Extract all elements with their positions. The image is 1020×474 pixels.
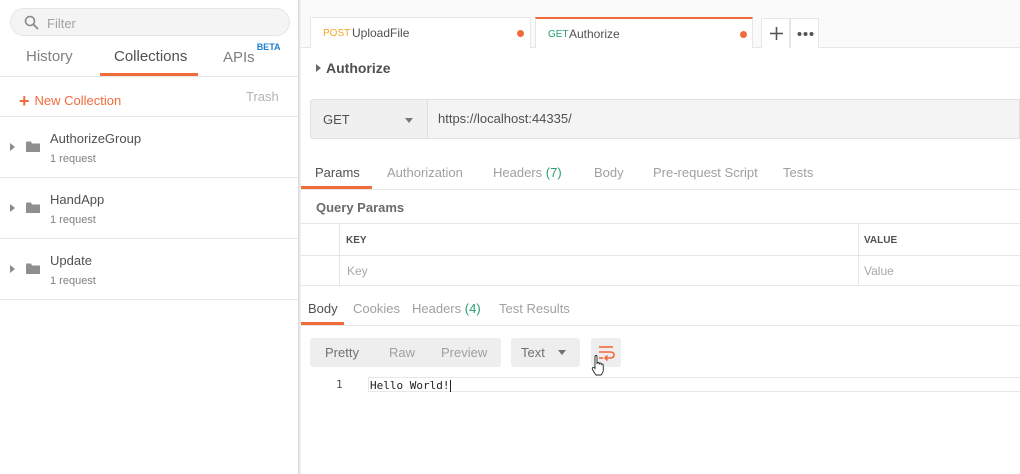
tab-headers[interactable]: Headers (7) <box>493 165 562 180</box>
preview-button[interactable]: Preview <box>441 345 487 360</box>
value-input[interactable]: Value <box>864 264 894 278</box>
collection-item[interactable]: Update 1 request <box>0 239 298 300</box>
method-value: GET <box>323 112 350 127</box>
filter-box[interactable] <box>10 8 290 36</box>
url-input[interactable] <box>438 111 998 126</box>
more-icon <box>797 32 814 36</box>
divider <box>0 76 298 77</box>
divider <box>339 224 340 286</box>
main-panel: POST UploadFile GET Authorize Authorize … <box>301 0 1020 474</box>
headers-count: (7) <box>545 165 562 180</box>
raw-button[interactable]: Raw <box>389 345 415 360</box>
tab-cookies[interactable]: Cookies <box>353 301 400 316</box>
tab-tests[interactable]: Tests <box>783 165 813 180</box>
tab-authorization[interactable]: Authorization <box>387 165 463 180</box>
divider <box>858 224 859 286</box>
url-bar[interactable] <box>427 99 1020 139</box>
caret-right-icon[interactable] <box>10 143 15 151</box>
response-section-tabs: Body Cookies Headers (4) Test Results <box>301 296 1020 326</box>
tab-response-headers-label: Headers <box>412 301 462 316</box>
value-column-header: VALUE <box>864 235 898 246</box>
sidebar-tabs: History Collections APIsBETA <box>0 42 298 77</box>
app-window: History Collections APIsBETA + New Collec… <box>0 0 1020 474</box>
text-caret <box>450 380 452 392</box>
unsaved-dot-icon <box>740 31 747 38</box>
tab-headers-label: Headers <box>493 165 543 180</box>
request-tab-name: Authorize <box>569 27 620 41</box>
collection-count: 1 request <box>50 275 96 287</box>
collection-item[interactable]: AuthorizeGroup 1 request <box>0 117 298 178</box>
request-tab[interactable]: POST UploadFile <box>310 17 531 48</box>
caret-right-icon[interactable] <box>10 265 15 273</box>
tab-response-body[interactable]: Body <box>308 301 338 316</box>
new-tab-button[interactable] <box>761 18 790 48</box>
unsaved-dot-icon <box>517 30 524 37</box>
plus-icon <box>770 27 783 40</box>
tab-params[interactable]: Params <box>315 165 360 180</box>
tab-collections[interactable]: Collections <box>114 48 187 65</box>
new-collection-label: New Collection <box>34 93 122 108</box>
request-name-row[interactable]: Authorize <box>301 48 1020 88</box>
format-select[interactable]: Text <box>511 338 580 367</box>
chevron-down-icon <box>405 118 413 123</box>
sidebar: History Collections APIsBETA + New Collec… <box>0 0 300 474</box>
tab-history[interactable]: History <box>26 48 73 65</box>
caret-right-icon[interactable] <box>10 204 15 212</box>
collection-item[interactable]: HandApp 1 request <box>0 178 298 239</box>
key-column-header: KEY <box>346 235 367 246</box>
caret-right-icon[interactable] <box>316 64 321 72</box>
collection-count: 1 request <box>50 214 96 226</box>
folder-icon <box>26 263 40 274</box>
tab-apis[interactable]: APIsBETA <box>223 42 281 66</box>
folder-icon <box>26 202 40 213</box>
tab-body[interactable]: Body <box>594 165 624 180</box>
request-tab-active[interactable]: GET Authorize <box>535 17 753 48</box>
collection-name: Update <box>50 253 92 268</box>
tab-response-headers[interactable]: Headers (4) <box>412 301 481 316</box>
line-number: 1 <box>336 378 343 391</box>
request-tab-method: GET <box>548 29 569 40</box>
active-tab-indicator <box>301 322 344 325</box>
filter-input[interactable] <box>47 13 277 33</box>
more-tabs-button[interactable] <box>790 18 819 48</box>
tab-test-results[interactable]: Test Results <box>499 301 570 316</box>
beta-badge: BETA <box>256 42 281 52</box>
response-editor[interactable]: 1 Hello World! <box>301 377 1020 393</box>
divider <box>301 255 1020 256</box>
query-params-table: KEY VALUE Key Value <box>301 223 1020 286</box>
tab-apis-label: APIs <box>223 49 255 66</box>
method-select[interactable]: GET <box>310 99 427 139</box>
query-params-title: Query Params <box>316 200 405 215</box>
hand-cursor-icon <box>591 355 604 376</box>
search-icon <box>24 15 39 30</box>
response-text: Hello World! <box>370 379 452 392</box>
active-tab-indicator <box>301 186 372 189</box>
request-tabbar: POST UploadFile GET Authorize <box>301 0 1020 48</box>
code-line[interactable]: Hello World! <box>368 377 1020 392</box>
collection-count: 1 request <box>50 153 96 165</box>
pretty-button[interactable]: Pretty <box>325 345 359 360</box>
chevron-down-icon <box>558 350 566 355</box>
key-input[interactable]: Key <box>347 264 368 278</box>
request-name: Authorize <box>326 60 391 76</box>
response-text-content: Hello World! <box>370 379 450 392</box>
collection-name: HandApp <box>50 192 105 207</box>
format-value: Text <box>521 345 545 360</box>
new-collection-button[interactable]: + New Collection <box>19 89 122 111</box>
response-headers-count: (4) <box>464 301 481 316</box>
request-tab-method: POST <box>323 28 351 39</box>
view-mode-group: Pretty Raw Preview <box>310 338 501 367</box>
collection-name: AuthorizeGroup <box>50 131 142 146</box>
plus-icon: + <box>19 91 30 111</box>
folder-icon <box>26 141 40 152</box>
request-section-tabs: Params Authorization Headers (7) Body Pr… <box>301 157 1020 190</box>
trash-button[interactable]: Trash <box>246 89 279 104</box>
tab-pre-request-script[interactable]: Pre-request Script <box>653 165 758 180</box>
request-tab-name: UploadFile <box>352 26 410 40</box>
